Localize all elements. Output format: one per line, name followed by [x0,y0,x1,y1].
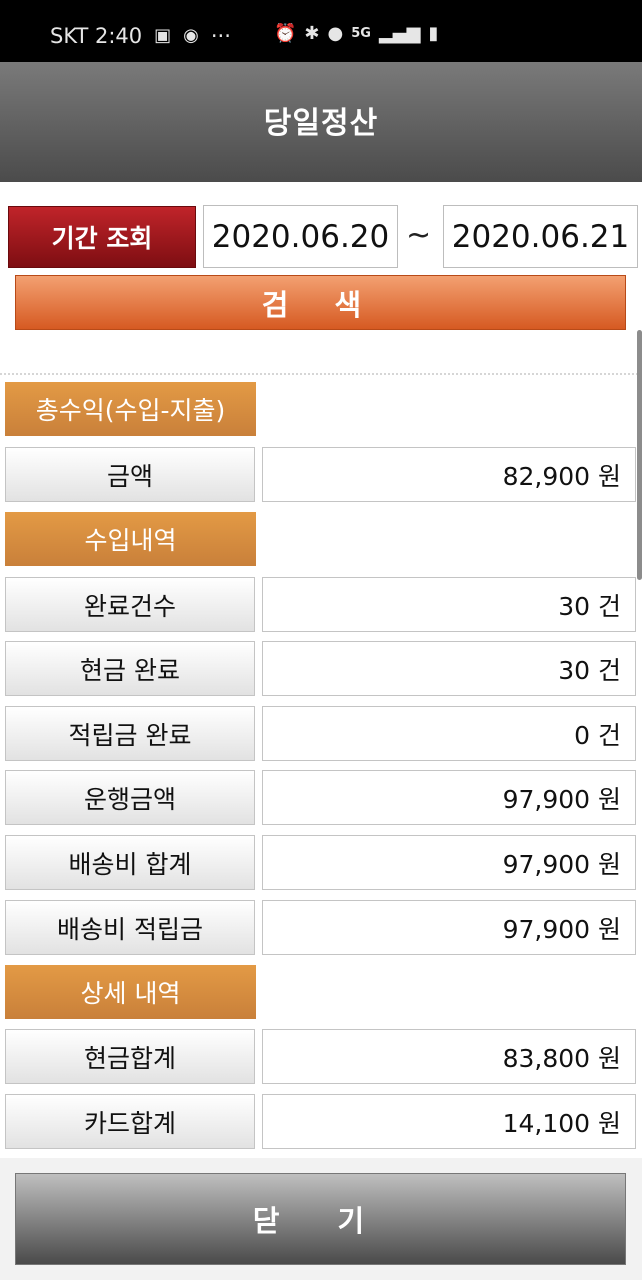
section-total-title: 총수익(수입-지출) [5,382,256,436]
status-bar: SKT 2:40 ▣ ◉ ··· ⏰ ✱ ● 5G ▂▄▆ ▮ [0,0,642,62]
5g-icon: 5G [351,26,371,41]
row-value-operation-amount: 97,900 원 [262,770,636,825]
signal-icon: ▂▄▆ [378,23,421,44]
period-query-button[interactable]: 기간 조회 [8,206,196,268]
row-label-card-total: 카드합계 [5,1094,255,1149]
row-value-points-completed: 0 건 [262,706,636,761]
start-date-field[interactable]: 2020.06.20 [203,205,398,268]
app-header: 당일정산 [0,62,642,182]
row-label-cash-completed: 현금 완료 [5,641,255,696]
close-button[interactable]: 닫 기 [15,1173,626,1265]
row-value-cash-total: 83,800 원 [262,1029,636,1084]
carrier-time: SKT 2:40 [50,24,143,48]
row-label-operation-amount: 운행금액 [5,770,255,825]
row-label-delivery-points: 배송비 적립금 [5,900,255,955]
search-button[interactable]: 검 색 [15,275,626,330]
end-date-field[interactable]: 2020.06.21 [443,205,638,268]
section-detail-title: 상세 내역 [5,965,256,1019]
more-notifications: ··· [210,24,231,48]
row-label-cash-total: 현금합계 [5,1029,255,1084]
car-icon: ◉ [183,25,199,46]
row-label-points-completed: 적립금 완료 [5,706,255,761]
row-value-completed-count: 30 건 [262,577,636,632]
row-value-delivery-points: 97,900 원 [262,900,636,955]
status-right: ⏰ ✱ ● 5G ▂▄▆ ▮ [274,24,438,44]
row-label-completed-count: 완료건수 [5,577,255,632]
row-value-card-total: 14,100 원 [262,1094,636,1149]
bluetooth-icon: ✱ [304,23,320,44]
section-income-title: 수입내역 [5,512,256,566]
row-value-cash-completed: 30 건 [262,641,636,696]
row-value-delivery-total: 97,900 원 [262,835,636,890]
date-separator: ~ [406,218,432,253]
battery-icon: ▮ [428,23,439,44]
image-icon: ▣ [154,25,172,46]
scrollbar[interactable] [637,330,642,580]
row-label-amount: 금액 [5,447,255,502]
alarm-icon: ⏰ [274,23,297,44]
page-title: 당일정산 [263,106,379,141]
status-left: SKT 2:40 ▣ ◉ ··· [50,24,231,48]
row-value-amount: 82,900 원 [262,447,636,502]
row-label-delivery-total: 배송비 합계 [5,835,255,890]
divider [0,373,642,375]
location-icon: ● [327,23,344,44]
